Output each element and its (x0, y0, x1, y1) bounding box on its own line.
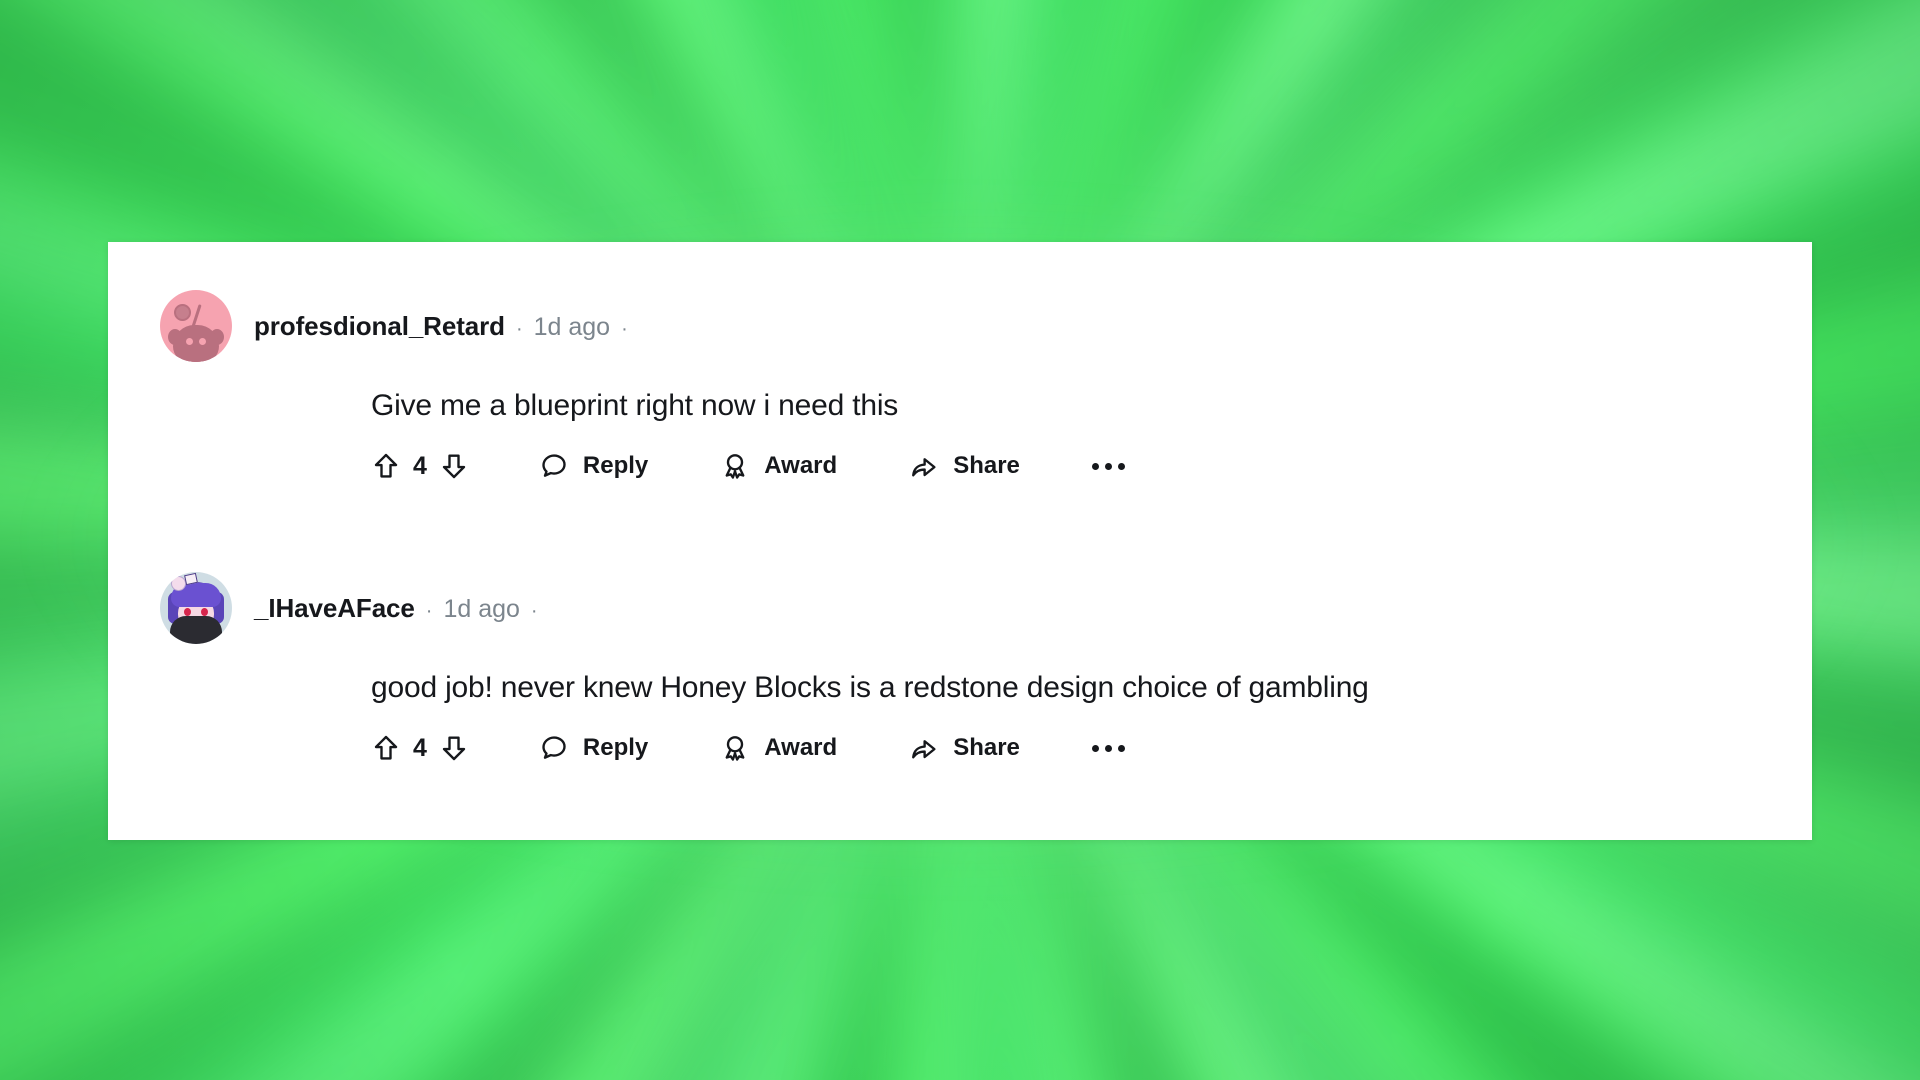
comment-meta: profesdional_Retard · 1d ago · (254, 311, 639, 342)
snoo-eye-right-icon (199, 338, 206, 345)
reply-button[interactable]: Reply (539, 733, 648, 763)
overflow-dots-icon (1091, 462, 1125, 470)
comment-action-bar: 4 Reply Award Share (108, 425, 1812, 481)
more-options-button[interactable] (1091, 462, 1125, 470)
meta-separator-trailing: · (621, 317, 628, 340)
avatar-eye-left-icon (184, 608, 191, 616)
comment-username[interactable]: profesdional_Retard (254, 311, 505, 342)
comment-header: _IHaveAFace · 1d ago · (108, 572, 1812, 644)
comment-text: Give me a blueprint right now i need thi… (371, 389, 899, 422)
overflow-dots-icon (1091, 744, 1125, 752)
reply-label: Reply (582, 452, 649, 479)
screenshot-root: profesdional_Retard · 1d ago · Give me a… (0, 0, 1920, 1080)
avatar-body-icon (170, 616, 222, 644)
upvote-arrow-icon[interactable] (371, 451, 401, 481)
meta-separator: · (515, 317, 523, 340)
speech-bubble-icon (539, 451, 569, 481)
reply-button[interactable]: Reply (539, 451, 648, 481)
avatar-eye-right-icon (201, 608, 208, 616)
vote-count: 4 (413, 733, 427, 762)
share-arrow-icon (909, 733, 939, 763)
vote-group: 4 (371, 733, 469, 763)
share-button[interactable]: Share (909, 733, 1020, 763)
comment-item: profesdional_Retard · 1d ago · Give me a… (108, 290, 1812, 481)
comment-username[interactable]: _IHaveAFace (254, 593, 415, 624)
award-ribbon-icon (720, 733, 750, 763)
meta-separator-trailing: · (530, 599, 538, 622)
downvote-arrow-icon[interactable] (439, 451, 469, 481)
meta-separator: · (425, 599, 433, 622)
speech-bubble-icon (539, 733, 569, 763)
comment-card: profesdional_Retard · 1d ago · Give me a… (108, 242, 1812, 840)
snoo-eye-left-icon (186, 338, 193, 345)
award-button[interactable]: Award (720, 451, 837, 481)
award-ribbon-icon (720, 451, 750, 481)
share-label: Share (953, 734, 1020, 761)
share-label: Share (953, 452, 1020, 479)
comment-text: good job! never knew Honey Blocks is a r… (371, 671, 1369, 704)
vote-count: 4 (413, 451, 427, 480)
reply-label: Reply (582, 734, 649, 761)
award-label: Award (764, 734, 838, 761)
award-button[interactable]: Award (720, 733, 837, 763)
snoo-antenna-ball-icon (174, 304, 191, 321)
share-button[interactable]: Share (909, 451, 1020, 481)
comment-item: _IHaveAFace · 1d ago · good job! never k… (108, 572, 1812, 763)
reddit-snoo-avatar[interactable] (160, 290, 232, 362)
comment-header: profesdional_Retard · 1d ago · (108, 290, 1812, 362)
award-label: Award (764, 452, 838, 479)
comment-timestamp: 1d ago (443, 594, 520, 623)
comment-timestamp: 1d ago (533, 312, 611, 341)
comment-action-bar: 4 Reply Award Share (108, 707, 1812, 763)
anime-character-avatar[interactable] (160, 572, 232, 644)
downvote-arrow-icon[interactable] (439, 733, 469, 763)
comment-meta: _IHaveAFace · 1d ago · (254, 593, 549, 624)
vote-group: 4 (371, 451, 469, 481)
more-options-button[interactable] (1091, 744, 1125, 752)
share-arrow-icon (909, 451, 939, 481)
upvote-arrow-icon[interactable] (371, 733, 401, 763)
